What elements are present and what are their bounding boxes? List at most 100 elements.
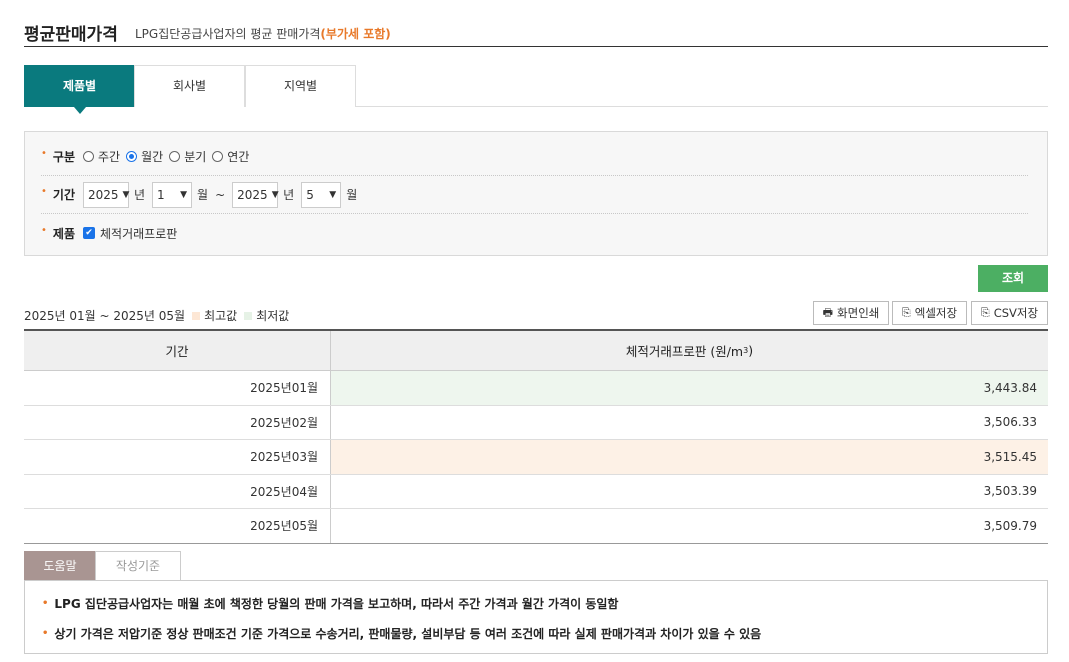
tab-criteria[interactable]: 작성기준 (95, 551, 181, 581)
radio-circle-icon (212, 151, 224, 162)
period-text: 2025년 01월 ~ 2025년 05월 (24, 309, 186, 323)
tab-product[interactable]: 제품별 (24, 65, 135, 114)
help-line: • 상기 가격은 저압기준 정상 판매조건 기준 가격으로 수송거리, 판매물량,… (42, 625, 761, 642)
bullet-icon: • (41, 224, 47, 236)
page-subtitle: LPG집단공급사업자의 평균 판매가격(부가세 포함) (135, 25, 391, 42)
filter-panel: • 구분 주간 월간 분기 연간 • 기간 2025 ▼ 년 1 ▼ 월 ~ 202… (24, 131, 1048, 256)
row-value: 3,509.79 (983, 518, 1037, 533)
price-table: 기간 체적거래프로판 (원/m 3) 2025년01월 3,443.84 2025… (24, 329, 1048, 544)
table-header-row: 기간 체적거래프로판 (원/m 3) (24, 331, 1048, 371)
bullet-icon: • (41, 186, 47, 197)
radio-weekly[interactable]: 주간 (83, 148, 120, 165)
page-header: 평균판매가격 LPG집단공급사업자의 평균 판매가격(부가세 포함) (24, 18, 1048, 47)
row-value: 3,506.33 (983, 415, 1037, 430)
bullet-icon: • (41, 148, 47, 159)
filter-label-range: 기간 (52, 188, 75, 202)
table-row: 2025년01월 3,443.84 (24, 371, 1048, 406)
from-year-select[interactable]: 2025 ▼ (83, 181, 130, 208)
radio-quarterly-label: 분기 (184, 150, 207, 164)
header-period: 기간 (24, 331, 331, 370)
excel-label: 엑셀저장 (914, 306, 958, 320)
help-line-text: 상기 가격은 저압기준 정상 판매조건 기준 가격으로 수송거리, 판매물량, … (54, 627, 762, 641)
radio-monthly-label: 월간 (141, 150, 164, 164)
chevron-down-icon: ▼ (180, 189, 188, 200)
from-year-value: 2025 (88, 187, 119, 202)
product-checkbox-label: 체적거래프로판 (100, 226, 178, 241)
printer-icon: 🖶 (822, 305, 834, 319)
chevron-down-icon: ▼ (329, 189, 337, 200)
vat-note: (부가세 포함) (320, 27, 391, 41)
radio-monthly[interactable]: 월간 (126, 148, 163, 165)
save-file-icon: ⎘ (980, 306, 990, 319)
row-value: 3,503.39 (983, 484, 1037, 499)
page-title: 평균판매가격 (24, 25, 118, 45)
excel-button[interactable]: ⎘ 엑셀저장 (892, 301, 967, 325)
radio-quarterly[interactable]: 분기 (169, 148, 206, 165)
legend-min-swatch (244, 311, 253, 320)
chevron-down-icon: ▼ (271, 189, 279, 200)
from-month-value: 1 (157, 187, 165, 202)
chevron-down-icon: ▼ (122, 189, 130, 200)
active-tab-arrow (73, 107, 86, 114)
row-value: 3,443.84 (331, 371, 1048, 405)
to-year-value: 2025 (237, 187, 268, 202)
radio-circle-icon (169, 151, 181, 162)
tab-help[interactable]: 도움말 (24, 551, 96, 581)
header-product-close: ) (748, 343, 754, 358)
legend-min-label: 최저값 (256, 309, 290, 323)
radio-yearly-label: 연간 (227, 150, 250, 164)
print-label: 화면인쇄 (837, 306, 880, 320)
bullet-icon: • (42, 628, 49, 639)
year-unit: 년 (134, 188, 146, 202)
radio-yearly[interactable]: 연간 (212, 148, 249, 165)
month-unit: 월 (346, 188, 358, 202)
tab-company-label: 회사별 (172, 79, 207, 93)
range-tilde: ~ (215, 187, 226, 202)
from-month-select[interactable]: 1 ▼ (152, 181, 193, 208)
to-month-select[interactable]: 5 ▼ (301, 181, 342, 208)
tab-company[interactable]: 회사별 (134, 65, 245, 107)
subtitle-text: LPG집단공급사업자의 평균 판매가격 (135, 27, 321, 41)
help-line-text: LPG 집단공급사업자는 매월 초에 책정한 당월의 판매 가격을 보고하며, … (54, 597, 619, 611)
filter-row-range: • 기간 2025 ▼ 년 1 ▼ 월 ~ 2025 ▼ 년 5 ▼ 월 (41, 176, 1028, 214)
category-tabs: 제품별 회사별 지역별 (24, 65, 1048, 114)
tab-region-label: 지역별 (283, 79, 318, 93)
csv-label: CSV저장 (993, 306, 1039, 320)
row-period: 2025년05월 (24, 509, 331, 543)
header-product: 체적거래프로판 (원/m 3) (331, 331, 1048, 370)
result-period: 2025년 01월 ~ 2025년 05월 최고값 최저값 (24, 307, 289, 324)
save-file-icon: ⎘ (901, 306, 911, 319)
tab-region[interactable]: 지역별 (245, 65, 356, 107)
header-product-text: 체적거래프로판 (원/m (625, 344, 744, 359)
table-row: 2025년02월 3,506.33 (24, 405, 1048, 440)
csv-button[interactable]: ⎘ CSV저장 (971, 301, 1048, 325)
help-content: • LPG 집단공급사업자는 매월 초에 책정한 당월의 판매 가격을 보고하며,… (24, 580, 1048, 654)
table-row: 2025년03월 3,515.45 (24, 440, 1048, 475)
row-period: 2025년03월 (24, 440, 331, 474)
radio-circle-icon (83, 151, 94, 162)
radio-weekly-label: 주간 (98, 150, 121, 164)
filter-label-product: 제품 (52, 226, 75, 241)
filter-row-type: • 구분 주간 월간 분기 연간 (41, 138, 1028, 176)
row-period: 2025년01월 (24, 371, 331, 405)
radio-selected-icon (126, 151, 138, 162)
legend-max-swatch (192, 311, 201, 320)
row-value: 3,515.45 (331, 440, 1048, 474)
month-unit: 월 (197, 188, 209, 202)
tab-product-label: 제품별 (62, 79, 97, 93)
search-button[interactable]: 조회 (978, 265, 1048, 292)
table-row: 2025년05월 3,509.79 (24, 509, 1048, 544)
filter-label-type: 구분 (52, 150, 75, 164)
filter-row-product: • 제품 ✔ 체적거래프로판 (41, 214, 1028, 252)
year-unit: 년 (283, 188, 295, 202)
legend-max-label: 최고값 (204, 309, 238, 323)
bullet-icon: • (42, 598, 49, 609)
to-month-value: 5 (306, 187, 314, 202)
help-line: • LPG 집단공급사업자는 매월 초에 책정한 당월의 판매 가격을 보고하며,… (42, 595, 618, 612)
to-year-select[interactable]: 2025 ▼ (232, 181, 279, 208)
row-period: 2025년04월 (24, 474, 331, 508)
row-period: 2025년02월 (24, 405, 331, 439)
print-button[interactable]: 🖶 화면인쇄 (813, 301, 889, 325)
table-row: 2025년04월 3,503.39 (24, 474, 1048, 509)
checkbox-checked-icon[interactable]: ✔ (83, 227, 95, 239)
